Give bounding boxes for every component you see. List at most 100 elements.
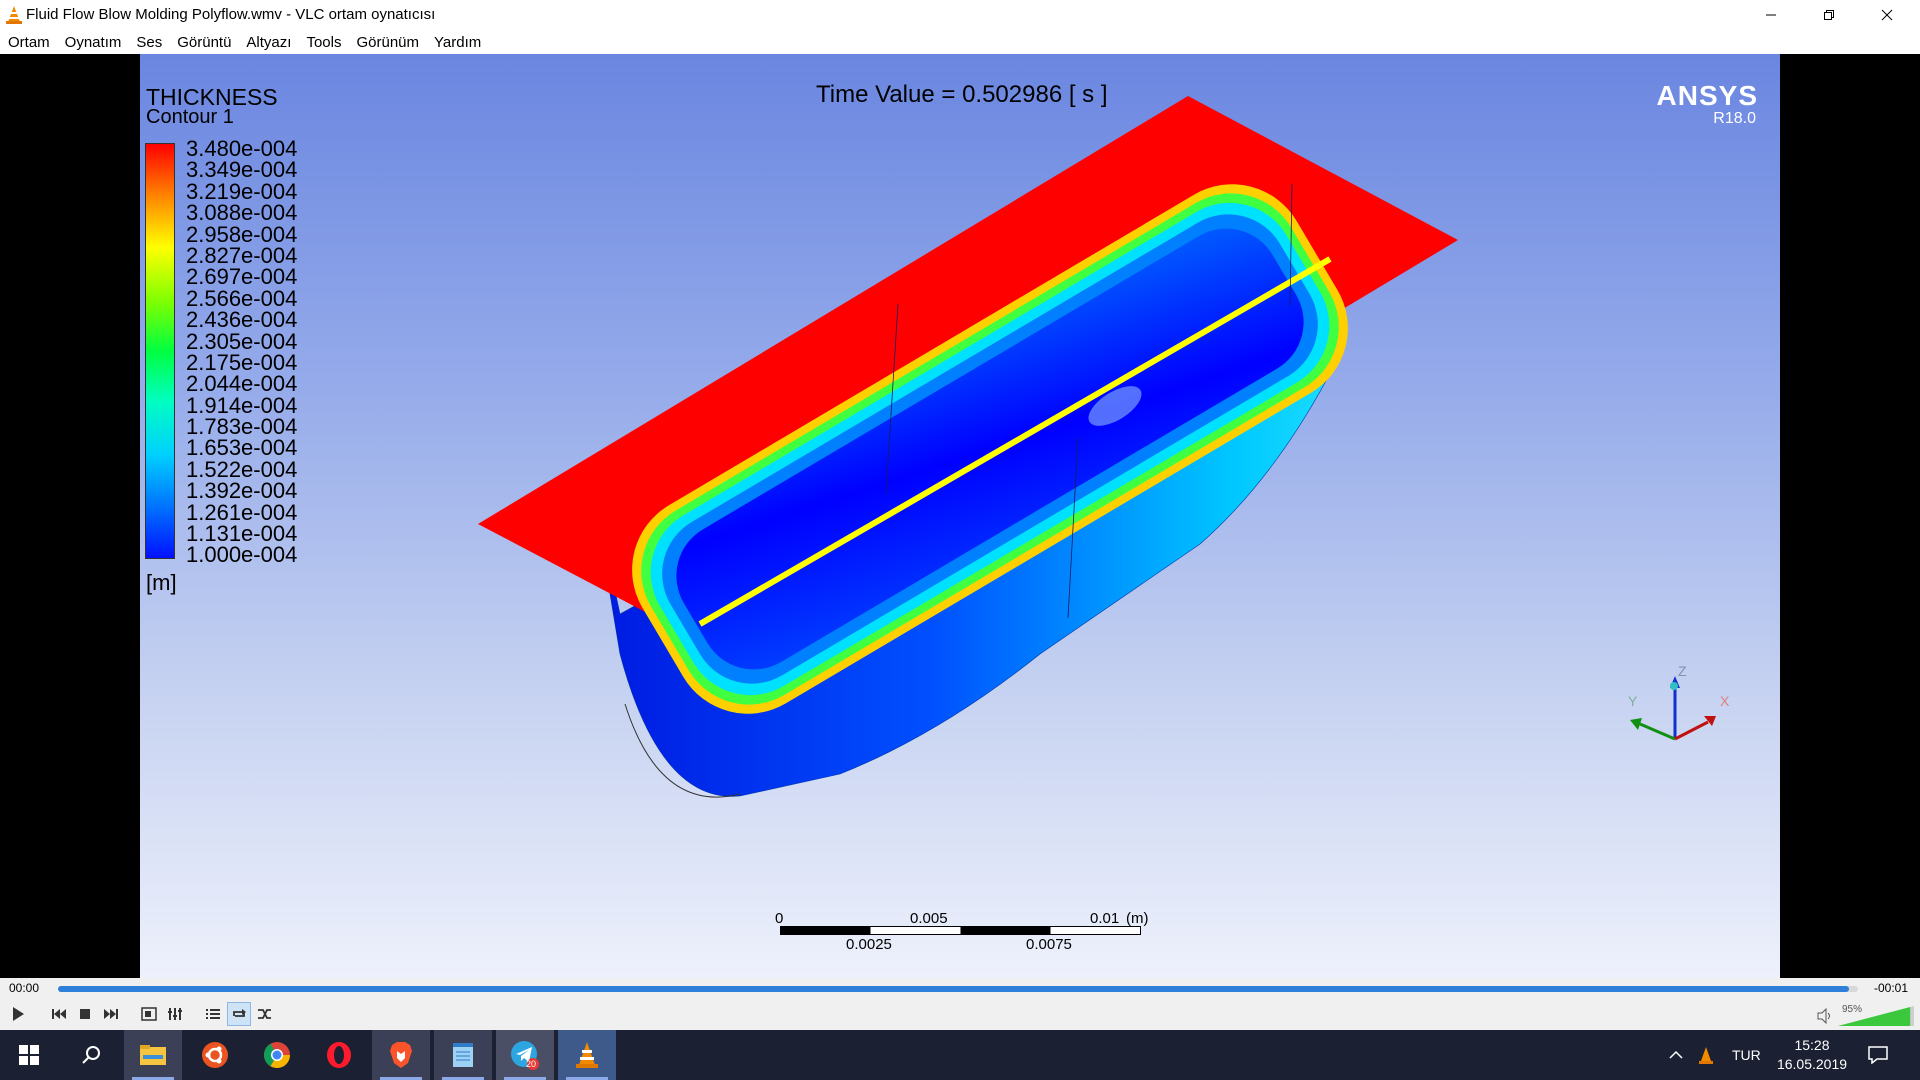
seek-bar[interactable]: [58, 986, 1858, 992]
time-value: Time Value = 0.502986 [ s ]: [816, 81, 1108, 108]
video-frame: THICKNESS Contour 1 3.480e-004 3.349e-00…: [140, 54, 1780, 978]
video-area[interactable]: THICKNESS Contour 1 3.480e-004 3.349e-00…: [0, 54, 1920, 978]
restore-icon: [1824, 10, 1834, 20]
search-icon: [82, 1046, 100, 1064]
taskbar-telegram[interactable]: 20: [496, 1030, 554, 1080]
taskbar-ubuntu[interactable]: [186, 1030, 244, 1080]
chrome-icon: [263, 1042, 291, 1069]
menu-goruntu[interactable]: Görüntü: [177, 34, 231, 51]
window-title: Fluid Flow Blow Molding Polyflow.wmv - V…: [26, 6, 436, 23]
volume-slider[interactable]: [1838, 1006, 1916, 1026]
fullscreen-button[interactable]: [137, 1002, 161, 1026]
speaker-icon[interactable]: [1816, 1008, 1834, 1024]
menu-yardim[interactable]: Yardım: [434, 34, 481, 51]
ansys-logo: ANSYS: [1656, 80, 1758, 111]
vlc-tray-icon: [1699, 1047, 1713, 1064]
taskbar-notepad[interactable]: [434, 1030, 492, 1080]
scale-label-00025: 0.0025: [846, 936, 892, 953]
legend-value: 2.827e-004: [186, 242, 298, 268]
legend-value: 2.697e-004: [186, 264, 298, 290]
remaining-time: -00:01: [1874, 981, 1909, 995]
menu-ortam[interactable]: Ortam: [8, 34, 50, 51]
elapsed-time: 00:00: [9, 981, 40, 995]
fullscreen-icon: [141, 1007, 157, 1021]
taskbar-file-explorer[interactable]: [124, 1030, 182, 1080]
close-icon: [1881, 9, 1893, 21]
scale-label-001: 0.01: [1090, 910, 1120, 927]
taskbar-brave[interactable]: [372, 1030, 430, 1080]
play-button[interactable]: [6, 1002, 30, 1026]
menu-oynatim[interactable]: Oynatım: [65, 34, 122, 51]
scale-label-0005: 0.005: [910, 910, 948, 927]
menu-tools[interactable]: Tools: [306, 34, 341, 51]
legend-value: 1.261e-004: [186, 499, 298, 525]
axis-label-z: Z: [1678, 664, 1687, 679]
chevron-up-icon: [1669, 1050, 1683, 1059]
extended-settings-button[interactable]: [163, 1002, 187, 1026]
taskbar-vlc[interactable]: [558, 1030, 616, 1080]
legend-value: 2.958e-004: [186, 221, 298, 247]
language-indicator[interactable]: TUR: [1732, 1030, 1761, 1080]
minimize-icon: [1766, 14, 1776, 16]
taskbar-chrome[interactable]: [248, 1030, 306, 1080]
next-button[interactable]: [99, 1002, 123, 1026]
legend-value: 1.522e-004: [186, 456, 298, 482]
restore-button[interactable]: [1800, 0, 1858, 30]
stop-button[interactable]: [73, 1002, 97, 1026]
playlist-icon: [206, 1009, 220, 1019]
menu-gorunum[interactable]: Görünüm: [356, 34, 419, 51]
clock[interactable]: 15:28 16.05.2019: [1758, 1036, 1866, 1074]
minimize-button[interactable]: [1742, 0, 1800, 30]
legend-unit: [m]: [146, 570, 177, 595]
previous-button[interactable]: [47, 1002, 71, 1026]
control-bar: 95%: [0, 998, 1920, 1030]
color-bar: [145, 143, 175, 559]
legend-value: 3.088e-004: [186, 200, 298, 226]
previous-icon: [52, 1009, 66, 1019]
next-icon: [104, 1009, 118, 1019]
tray-vlc[interactable]: [1698, 1030, 1714, 1080]
close-button[interactable]: [1858, 0, 1916, 30]
tray-overflow-button[interactable]: [1668, 1030, 1684, 1080]
scale-bar: 0 0.005 0.01 (m) 0.0025 0.0075: [775, 910, 1180, 953]
notepad-icon: [453, 1043, 473, 1067]
opera-icon: [327, 1042, 351, 1068]
legend-value: 1.783e-004: [186, 414, 298, 440]
shuffle-icon: [258, 1009, 271, 1019]
playlist-button[interactable]: [201, 1002, 225, 1026]
menu-ses[interactable]: Ses: [136, 34, 162, 51]
legend-value: 2.436e-004: [186, 307, 298, 333]
legend-subtitle: Contour 1: [146, 106, 234, 128]
start-button[interactable]: [0, 1030, 58, 1080]
scale-unit: (m): [1126, 910, 1149, 927]
taskbar-opera[interactable]: [310, 1030, 368, 1080]
legend-value: 1.653e-004: [186, 435, 298, 461]
axis-label-y: Y: [1628, 693, 1638, 709]
legend-value: 3.480e-004: [186, 136, 298, 161]
legend-value: 1.000e-004: [186, 542, 298, 568]
legend-values: 3.480e-004 3.349e-004 3.219e-004 3.088e-…: [186, 136, 326, 568]
scale-ruler: [780, 926, 1141, 935]
play-icon: [13, 1007, 24, 1021]
taskbar: 20 TUR 15:28 16.05.2019: [0, 1030, 1920, 1080]
seek-row: 00:00 -00:01: [0, 978, 1920, 998]
legend-value: 3.219e-004: [186, 178, 298, 204]
legend-value: 1.131e-004: [186, 521, 298, 547]
menu-altyazi[interactable]: Altyazı: [246, 34, 291, 51]
shuffle-button[interactable]: [253, 1002, 277, 1026]
seek-progress: [58, 986, 1849, 992]
loop-button[interactable]: [227, 1002, 251, 1026]
legend-value: 1.914e-004: [186, 392, 298, 418]
search-button[interactable]: [62, 1030, 120, 1080]
clock-time: 15:28: [1794, 1037, 1830, 1053]
scale-label-0: 0: [775, 910, 784, 927]
axis-label-x: X: [1720, 693, 1730, 709]
ansys-version: R18.0: [1713, 110, 1756, 127]
notification-icon: [1868, 1046, 1888, 1064]
legend-value: 2.044e-004: [186, 371, 298, 397]
legend-value: 2.175e-004: [186, 349, 298, 375]
vlc-icon: [576, 1042, 598, 1068]
action-center-button[interactable]: [1868, 1030, 1888, 1080]
volume-level: [1838, 1007, 1911, 1026]
legend-value: 2.305e-004: [186, 328, 298, 354]
